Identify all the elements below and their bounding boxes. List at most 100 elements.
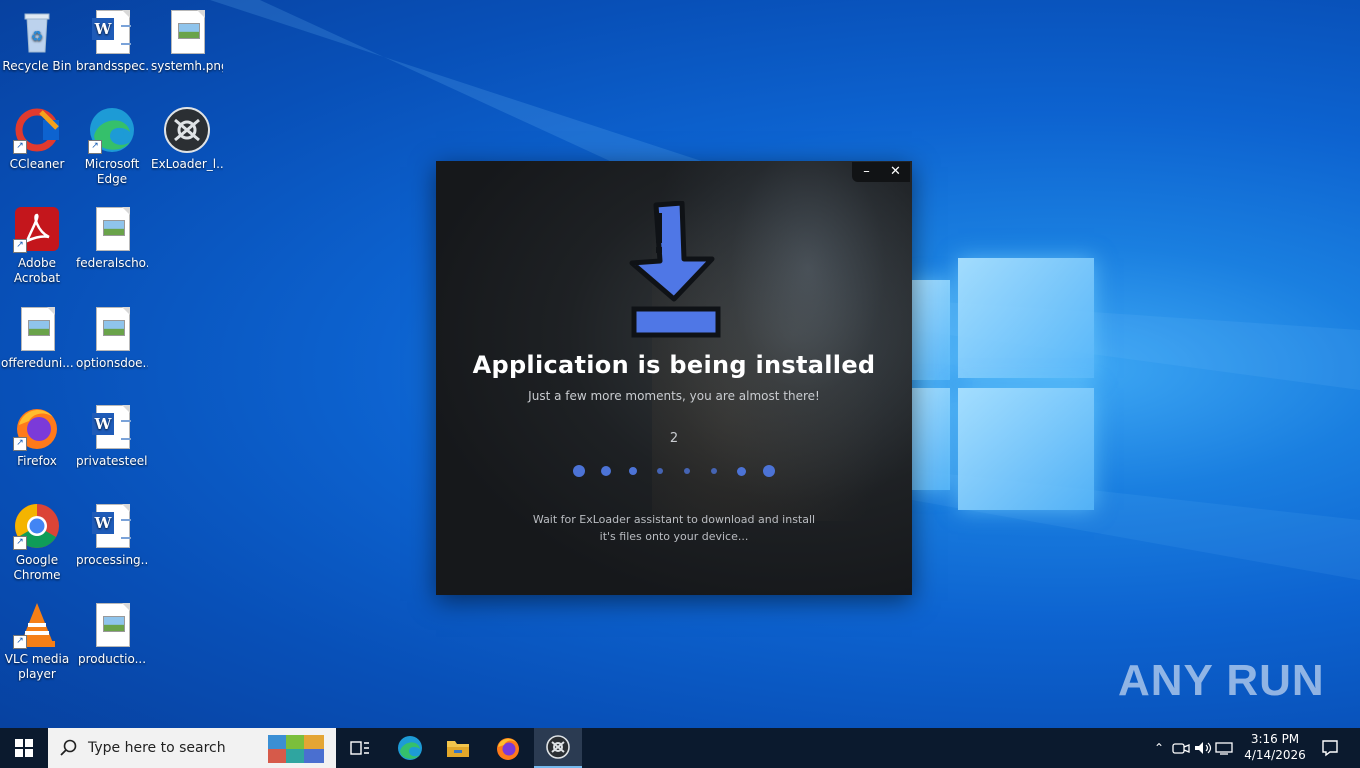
desktop-icon-vlc[interactable]: ↗ VLC media player	[1, 601, 73, 682]
icon-label: Recycle Bin	[2, 59, 72, 73]
close-button[interactable]: ✕	[884, 162, 908, 182]
anyrun-watermark: ANY RUN	[1118, 656, 1325, 705]
icon-label: brandsspec...	[76, 59, 148, 73]
desktop-icon-ccleaner[interactable]: ↗ CCleaner	[1, 106, 73, 172]
desktop-icon-privatesteel[interactable]: W privatesteel...	[76, 403, 148, 469]
icon-label: systemh.png	[151, 59, 223, 73]
volume-icon[interactable]	[1192, 740, 1214, 756]
minimize-button[interactable]: –	[855, 162, 879, 182]
shortcut-arrow-icon: ↗	[13, 437, 27, 451]
exloader-icon	[163, 106, 211, 154]
meet-now-icon[interactable]	[1170, 740, 1192, 756]
progress-counter: 2	[669, 431, 679, 446]
search-highlight-puzzle-icon	[268, 735, 324, 763]
loading-dot	[737, 467, 746, 476]
task-view-icon	[350, 741, 369, 755]
notification-icon	[1322, 740, 1338, 757]
action-center-button[interactable]	[1306, 728, 1354, 768]
clock-date: 4/14/2026	[1244, 748, 1306, 762]
taskbar-edge[interactable]	[386, 728, 434, 768]
icon-label: Microsoft Edge	[84, 157, 140, 186]
install-title: Application is being installed	[472, 351, 876, 379]
icon-label: Google Chrome	[13, 553, 61, 582]
download-arrow-icon	[629, 201, 721, 338]
desktop-icon-productio[interactable]: productio...	[76, 601, 148, 667]
icon-label: optionsdoe...	[76, 356, 148, 370]
loading-dot	[629, 467, 637, 475]
icon-label: federalscho...	[76, 256, 148, 270]
install-note-line: Wait for ExLoader assistant to download …	[532, 513, 816, 526]
installer-window[interactable]: – ✕ Application is being installed Just …	[436, 161, 912, 595]
system-tray: ⌃	[1148, 728, 1236, 768]
loading-dot	[601, 466, 611, 476]
acrobat-icon: ↗	[13, 205, 61, 253]
folder-icon	[447, 741, 469, 757]
loading-dots	[573, 464, 775, 478]
network-icon[interactable]	[1214, 740, 1236, 756]
taskbar-clock[interactable]: 3:16 PM 4/14/2026	[1242, 731, 1308, 763]
firefox-icon: ↗	[13, 403, 61, 451]
exloader-icon	[546, 735, 570, 759]
desktop-icon-microsoft-edge[interactable]: ↗ Microsoft Edge	[76, 106, 148, 187]
icon-label: privatesteel...	[76, 454, 148, 468]
search-placeholder: Type here to search	[88, 740, 226, 756]
word-doc-icon: W	[88, 502, 136, 550]
install-note-line: it's files onto your device...	[599, 530, 749, 543]
desktop-icon-google-chrome[interactable]: ↗ Google Chrome	[1, 502, 73, 583]
loading-dot	[763, 465, 775, 477]
firefox-icon	[497, 738, 519, 760]
desktop-icon-brandsspec[interactable]: W brandsspec...	[76, 8, 148, 74]
loading-dot	[573, 465, 585, 477]
icon-label: VLC media player	[4, 652, 70, 681]
shortcut-arrow-icon: ↗	[13, 239, 27, 253]
window-controls: – ✕	[852, 162, 910, 182]
svg-text:♻: ♻	[31, 29, 44, 45]
icon-label: Firefox	[17, 454, 57, 468]
ccleaner-icon: ↗	[13, 106, 61, 154]
taskbar-exloader[interactable]	[534, 728, 582, 768]
desktop-icon-optionsdoe[interactable]: optionsdoe...	[76, 305, 148, 371]
windows-start-icon	[15, 739, 33, 757]
desktop-icon-adobe-acrobat[interactable]: ↗ Adobe Acrobat	[1, 205, 73, 286]
icon-label: productio...	[77, 652, 147, 666]
windows-logo-wallpaper	[912, 258, 1094, 510]
search-icon	[60, 739, 77, 756]
image-file-icon	[88, 305, 136, 353]
shortcut-arrow-icon: ↗	[13, 635, 27, 649]
start-button[interactable]	[0, 728, 48, 768]
image-file-icon	[88, 601, 136, 649]
icon-label: CCleaner	[9, 157, 65, 171]
icon-label: processing...	[76, 553, 148, 567]
desktop-icon-offereduni[interactable]: offereduni...	[1, 305, 73, 371]
desktop-icon-processing[interactable]: W processing...	[76, 502, 148, 568]
clock-time: 3:16 PM	[1250, 732, 1300, 746]
image-file-icon	[13, 305, 61, 353]
recycle-bin-icon: ♻	[13, 8, 61, 56]
shortcut-arrow-icon: ↗	[88, 140, 102, 154]
install-note: Wait for ExLoader assistant to download …	[436, 511, 912, 545]
desktop-icon-firefox[interactable]: ↗ Firefox	[1, 403, 73, 469]
loading-dot	[711, 468, 717, 474]
word-doc-icon: W	[88, 8, 136, 56]
desktop-icon-federalscho[interactable]: federalscho...	[76, 205, 148, 271]
taskbar-search-box[interactable]: Type here to search	[48, 728, 336, 768]
edge-icon	[398, 736, 422, 760]
taskbar-firefox[interactable]	[484, 728, 532, 768]
word-doc-icon: W	[88, 403, 136, 451]
edge-icon: ↗	[88, 106, 136, 154]
image-file-icon	[88, 205, 136, 253]
desktop-icon-recycle-bin[interactable]: ♻ Recycle Bin	[1, 8, 73, 74]
shortcut-arrow-icon: ↗	[13, 536, 27, 550]
icon-label: Adobe Acrobat	[13, 256, 61, 285]
taskbar: Type here to search ⌃ 3:16 PM 4/14/2026	[0, 728, 1360, 768]
desktop-icon-exloader[interactable]: ExLoader_l...	[151, 106, 223, 172]
task-view-button[interactable]	[336, 728, 384, 768]
icon-label: offereduni...	[1, 356, 73, 370]
chevron-up-icon[interactable]: ⌃	[1148, 741, 1170, 755]
loading-dot	[657, 468, 663, 474]
chrome-icon: ↗	[13, 502, 61, 550]
icon-label: ExLoader_l...	[151, 157, 223, 171]
taskbar-file-explorer[interactable]	[434, 728, 482, 768]
desktop-icon-systemh[interactable]: systemh.png	[151, 8, 223, 74]
loading-dot	[684, 468, 690, 474]
